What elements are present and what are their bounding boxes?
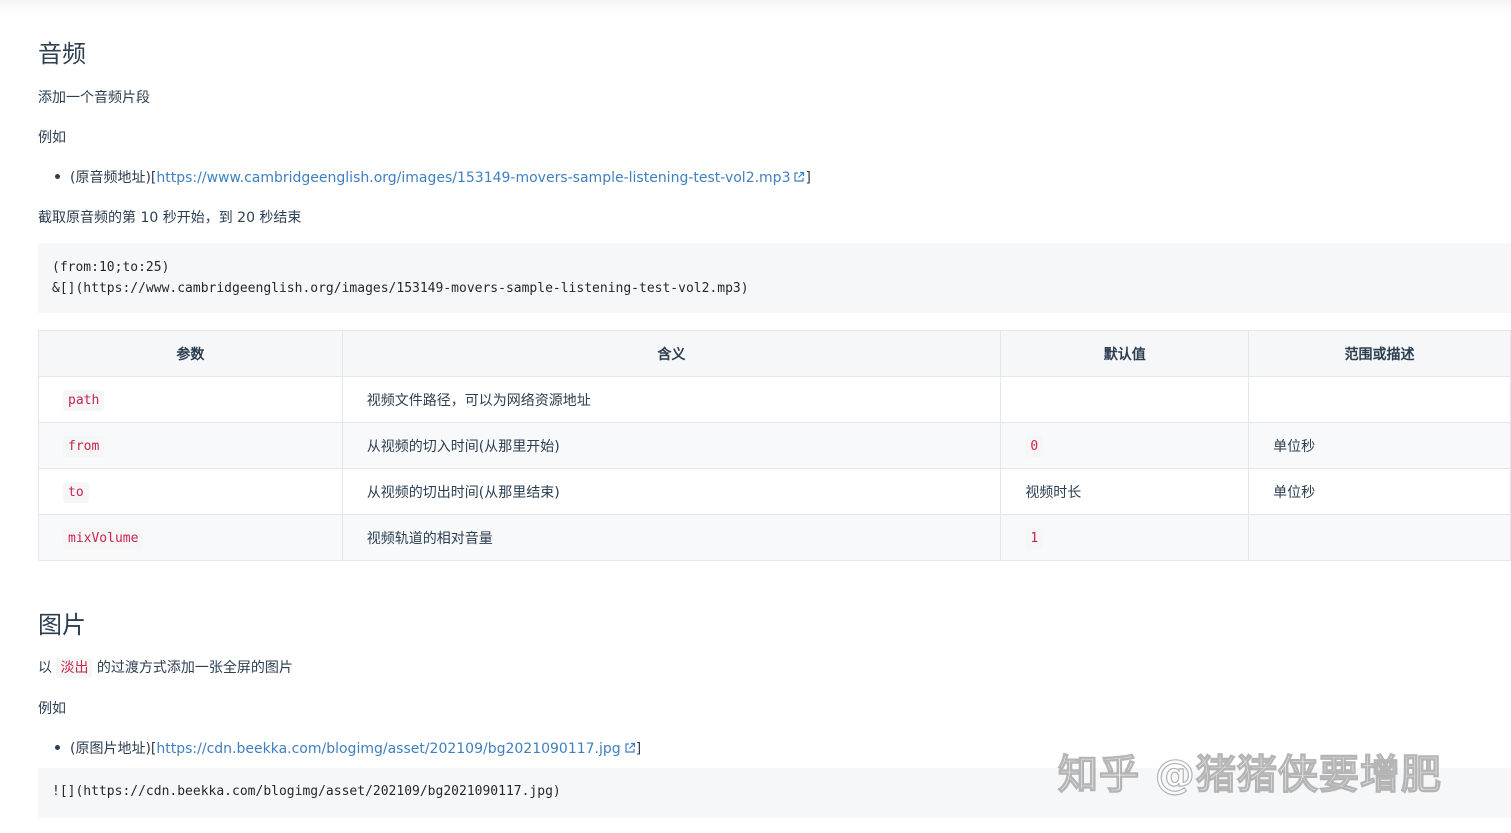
bullet-icon — [55, 174, 60, 179]
list-item: (原音频地址)[https://www.cambridgeenglish.org… — [38, 167, 811, 187]
list-item: (原图片地址)[https://cdn.beekka.com/blogimg/a… — [38, 738, 641, 758]
param-code: from — [63, 435, 105, 457]
audio-note: 截取原音频的第 10 秒开始，到 20 秒结束 — [38, 210, 302, 226]
table-cell-range — [1248, 376, 1511, 423]
params-table: 参数 含义 默认值 范围或描述 path 视频文件路径，可以为网络资源地址 fr… — [38, 330, 1511, 561]
image-example-list: (原图片地址)[https://cdn.beekka.com/blogimg/a… — [38, 738, 641, 758]
table-row: to 从视频的切出时间(从那里结束) 视频时长 单位秒 — [38, 468, 1511, 515]
code-line: &[](https://www.cambridgeenglish.org/ima… — [52, 281, 749, 296]
top-shadow-bar — [0, 0, 1511, 14]
table-cell-meaning: 从视频的切入时间(从那里开始) — [341, 422, 1002, 469]
code-line: (from:10;to:25) — [52, 260, 170, 275]
audio-source-link[interactable]: https://www.cambridgeenglish.org/images/… — [156, 170, 790, 186]
table-cell-param: path — [38, 376, 343, 423]
external-link-icon[interactable] — [624, 742, 636, 754]
table-cell-meaning: 从视频的切出时间(从那里结束) — [341, 468, 1002, 515]
table-header-range: 范围或描述 — [1248, 330, 1511, 377]
zhihu-watermark: 知乎 @猪猪侠要增肥 — [1057, 751, 1442, 798]
image-bullet-suffix: ] — [635, 741, 642, 757]
table-header-meaning: 含义 — [341, 330, 1002, 377]
table-cell-range: 单位秒 — [1248, 468, 1511, 515]
image-desc-suffix: 的过渡方式添加一张全屏的图片 — [96, 660, 293, 676]
table-cell-default: 1 — [1000, 514, 1250, 561]
section-heading-audio: 音频 — [38, 40, 86, 68]
table-row: from 从视频的切入时间(从那里开始) 0 单位秒 — [38, 422, 1511, 469]
table-cell-default — [1000, 376, 1250, 423]
table-cell-param: to — [38, 468, 343, 515]
param-code: to — [63, 481, 89, 503]
table-header-default: 默认值 — [1000, 330, 1250, 377]
param-code: mixVolume — [63, 527, 144, 549]
table-cell-param: from — [38, 422, 343, 469]
table-cell-meaning: 视频文件路径，可以为网络资源地址 — [341, 376, 1002, 423]
default-code: 1 — [1025, 527, 1044, 549]
audio-example-label: 例如 — [38, 130, 66, 146]
image-desc-prefix: 以 — [38, 660, 52, 676]
audio-example-list: (原音频地址)[https://www.cambridgeenglish.org… — [38, 167, 811, 187]
section-heading-image: 图片 — [38, 611, 86, 639]
table-row: mixVolume 视频轨道的相对音量 1 — [38, 514, 1511, 561]
table-header-param: 参数 — [38, 330, 343, 377]
default-code: 0 — [1025, 435, 1044, 457]
param-code: path — [63, 389, 105, 411]
image-example-label: 例如 — [38, 701, 66, 717]
audio-code-block: (from:10;to:25) &[](https://www.cambridge… — [38, 243, 1511, 313]
audio-bullet-suffix: ] — [805, 170, 811, 186]
external-link-icon[interactable] — [793, 171, 805, 183]
table-cell-default: 0 — [1000, 422, 1250, 469]
audio-bullet-prefix: (原音频地址)[ — [70, 170, 157, 186]
table-cell-param: mixVolume — [38, 514, 343, 561]
fade-out-highlight: 淡出 — [56, 658, 93, 678]
table-cell-range: 单位秒 — [1248, 422, 1511, 469]
table-row: path 视频文件路径，可以为网络资源地址 — [38, 376, 1511, 423]
table-cell-default: 视频时长 — [1000, 468, 1250, 515]
bullet-icon — [55, 745, 60, 750]
image-source-link[interactable]: https://cdn.beekka.com/blogimg/asset/202… — [156, 741, 620, 757]
table-cell-meaning: 视频轨道的相对音量 — [341, 514, 1002, 561]
image-bullet-prefix: (原图片地址)[ — [70, 741, 157, 757]
audio-description: 添加一个音频片段 — [38, 90, 150, 106]
table-cell-range — [1248, 514, 1511, 561]
image-description: 以 淡出 的过渡方式添加一张全屏的图片 — [38, 657, 293, 678]
